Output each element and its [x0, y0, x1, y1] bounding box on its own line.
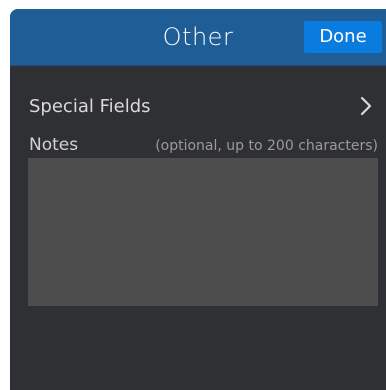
- chevron-right-icon: [360, 96, 372, 116]
- notes-hint: (optional, up to 200 characters): [155, 138, 378, 154]
- other-dialog: Other Done Special Fields Notes (optiona…: [10, 9, 386, 390]
- done-button[interactable]: Done: [304, 21, 382, 53]
- special-fields-row[interactable]: Special Fields: [10, 89, 386, 123]
- dialog-header: Other Done: [10, 9, 386, 66]
- notes-label: Notes: [29, 135, 79, 155]
- special-fields-label: Special Fields: [29, 96, 151, 117]
- notes-field[interactable]: [28, 158, 378, 306]
